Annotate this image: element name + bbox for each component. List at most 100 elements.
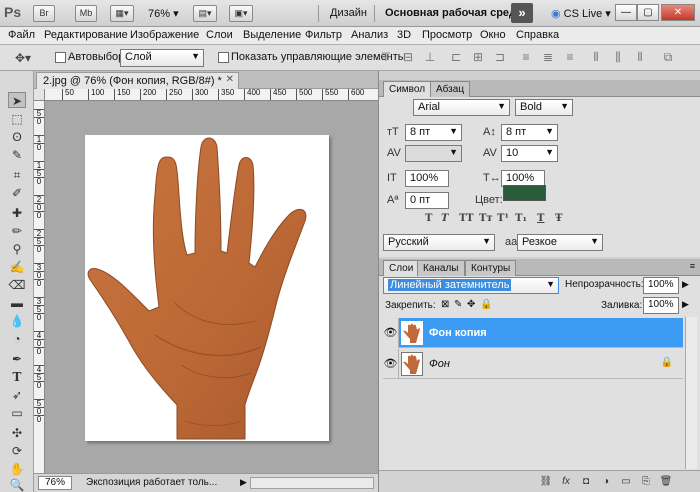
align-right-icon[interactable]: ⊐	[492, 49, 508, 65]
menu-filter[interactable]: Фильтр	[305, 29, 342, 41]
screen-mode-button[interactable]: ▣▾	[229, 5, 253, 22]
hand-tool-icon[interactable]: ✋	[8, 461, 26, 477]
quick-select-tool-icon[interactable]: ✎	[8, 147, 26, 163]
distribute-right-icon[interactable]: ⫴	[632, 49, 648, 65]
delete-layer-icon[interactable]: 🗑	[659, 475, 673, 489]
zoom-field[interactable]: 76%	[38, 476, 72, 490]
layer-row-fon-kopiya[interactable]: 👁 Фон копия	[383, 318, 683, 348]
fill-input[interactable]: 100%	[643, 297, 679, 314]
layer-name[interactable]: Фон копия	[429, 327, 487, 339]
dodge-tool-icon[interactable]: ◔	[8, 331, 26, 347]
menu-image[interactable]: Изображение	[130, 29, 199, 41]
layer-name[interactable]: Фон	[429, 358, 450, 370]
eye-icon[interactable]: 👁	[383, 318, 399, 348]
blend-mode-select[interactable]: Линейный затемнитель ▼	[383, 277, 559, 294]
tab-layers[interactable]: Слои	[383, 260, 420, 277]
distribute-top-icon[interactable]: ≡	[518, 49, 534, 65]
autoselect-dropdown[interactable]: Слой ▼	[120, 49, 204, 67]
status-info[interactable]: Экспозиция работает толь...	[86, 477, 236, 488]
menu-view[interactable]: Просмотр	[422, 29, 472, 41]
cs-live-menu[interactable]: ◉ CS Live ▾	[551, 7, 611, 20]
show-transform-checkbox[interactable]	[218, 52, 229, 63]
leading-input[interactable]: 8 пт ▼	[501, 124, 558, 141]
eye-icon[interactable]: 👁	[383, 349, 399, 379]
menu-edit[interactable]: Редактирование	[44, 29, 128, 41]
distribute-left-icon[interactable]: ⫴	[588, 49, 604, 65]
align-bottom-icon[interactable]: ⊥	[422, 49, 438, 65]
distribute-vcenter-icon[interactable]: ≣	[540, 49, 556, 65]
menu-analysis[interactable]: Анализ	[351, 29, 388, 41]
close-button[interactable]: ✕	[661, 4, 695, 21]
status-menu-arrow-icon[interactable]: ▶	[240, 477, 247, 488]
all-caps-button[interactable]: TT	[459, 213, 474, 224]
canvas-area[interactable]	[45, 101, 378, 473]
small-caps-button[interactable]: Tт	[479, 213, 493, 224]
autoselect-checkbox[interactable]	[55, 52, 66, 63]
eraser-tool-icon[interactable]: ⌫	[8, 277, 26, 293]
menu-layers[interactable]: Слои	[206, 29, 233, 41]
brush-tool-icon[interactable]: ✏	[8, 223, 26, 239]
document-tab[interactable]: 2.jpg @ 76% (Фон копия, RGB/8#) * ✕	[36, 72, 239, 89]
align-top-icon[interactable]: ⊤	[378, 49, 394, 65]
distribute-hcenter-icon[interactable]: ⫼	[610, 49, 626, 65]
lock-pixels-icon[interactable]: ✎	[454, 299, 462, 310]
blur-tool-icon[interactable]: 💧	[8, 313, 26, 329]
lock-all-icon[interactable]: 🔒	[480, 299, 492, 310]
gradient-tool-icon[interactable]: ▬	[8, 295, 26, 311]
crop-tool-icon[interactable]: ⌗	[8, 167, 26, 183]
clone-stamp-tool-icon[interactable]: ⚲	[8, 241, 26, 257]
layer-mask-icon[interactable]: ◘	[579, 475, 593, 489]
align-vcenter-icon[interactable]: ⊟	[400, 49, 416, 65]
menu-help[interactable]: Справка	[516, 29, 559, 41]
type-tool-icon[interactable]: T	[8, 369, 26, 385]
eyedropper-tool-icon[interactable]: ✐	[8, 185, 26, 201]
pen-tool-icon[interactable]: ✒	[8, 351, 26, 367]
opacity-input[interactable]: 100%	[643, 277, 679, 294]
close-tab-icon[interactable]: ✕	[226, 74, 234, 85]
workspace-essentials[interactable]: Основная рабочая среда	[385, 7, 522, 19]
baseline-shift-input[interactable]: 0 пт	[405, 192, 449, 209]
faux-italic-button[interactable]: T	[441, 213, 448, 224]
superscript-button[interactable]: T¹	[497, 213, 509, 224]
zoom-tool-icon[interactable]: 🔍	[8, 477, 26, 492]
font-style-select[interactable]: Bold ▼	[515, 99, 573, 116]
launch-bridge-button[interactable]: Br	[33, 5, 55, 22]
maximize-button[interactable]: ▢	[637, 4, 659, 21]
document-canvas[interactable]	[85, 135, 329, 441]
layer-thumbnail[interactable]	[401, 352, 423, 376]
panel-menu-icon[interactable]: ≡	[690, 261, 695, 271]
new-layer-icon[interactable]: ⎘	[639, 475, 653, 489]
launch-minibridge-button[interactable]: Mb	[75, 5, 97, 22]
lock-transparency-icon[interactable]: ⊠	[441, 299, 449, 310]
spot-healing-tool-icon[interactable]: ✚	[8, 205, 26, 221]
3d-orbit-tool-icon[interactable]: ⟳	[8, 443, 26, 459]
layer-thumbnail[interactable]	[401, 321, 423, 345]
layer-style-icon[interactable]: fx	[559, 475, 573, 489]
move-tool-icon[interactable]: ➤	[8, 92, 26, 108]
tab-channels[interactable]: Каналы	[417, 260, 465, 276]
marquee-tool-icon[interactable]: ⬚	[8, 111, 26, 127]
menu-file[interactable]: Файл	[8, 29, 35, 41]
link-layers-icon[interactable]: ⛓	[539, 475, 553, 489]
font-size-input[interactable]: 8 пт ▼	[405, 124, 462, 141]
view-extras-button[interactable]: ▦▾	[110, 5, 134, 22]
text-color-swatch[interactable]	[503, 185, 546, 201]
3d-rotate-tool-icon[interactable]: ✣	[8, 425, 26, 441]
history-brush-tool-icon[interactable]: ✍	[8, 259, 26, 275]
auto-align-icon[interactable]: ⧉	[660, 49, 676, 65]
font-family-select[interactable]: Arial ▼	[413, 99, 510, 116]
adjustment-layer-icon[interactable]: ◑	[599, 475, 613, 489]
layer-row-fon[interactable]: 👁 Фон 🔒	[383, 349, 683, 379]
lasso-tool-icon[interactable]: ʘ	[8, 129, 26, 145]
align-left-icon[interactable]: ⊏	[448, 49, 464, 65]
minimize-button[interactable]: —	[615, 4, 637, 21]
arrange-documents-button[interactable]: ▤▾	[193, 5, 217, 22]
language-select[interactable]: Русский ▼	[383, 234, 495, 251]
tab-paths[interactable]: Контуры	[465, 260, 517, 276]
subscript-button[interactable]: T₁	[515, 213, 527, 224]
lock-position-icon[interactable]: ✥	[467, 299, 475, 310]
distribute-bottom-icon[interactable]: ≡	[562, 49, 578, 65]
fill-slider-arrow-icon[interactable]: ▶	[682, 299, 689, 310]
antialias-select[interactable]: Резкое ▼	[517, 234, 603, 251]
zoom-level-menu[interactable]: 76% ▾	[148, 7, 179, 20]
